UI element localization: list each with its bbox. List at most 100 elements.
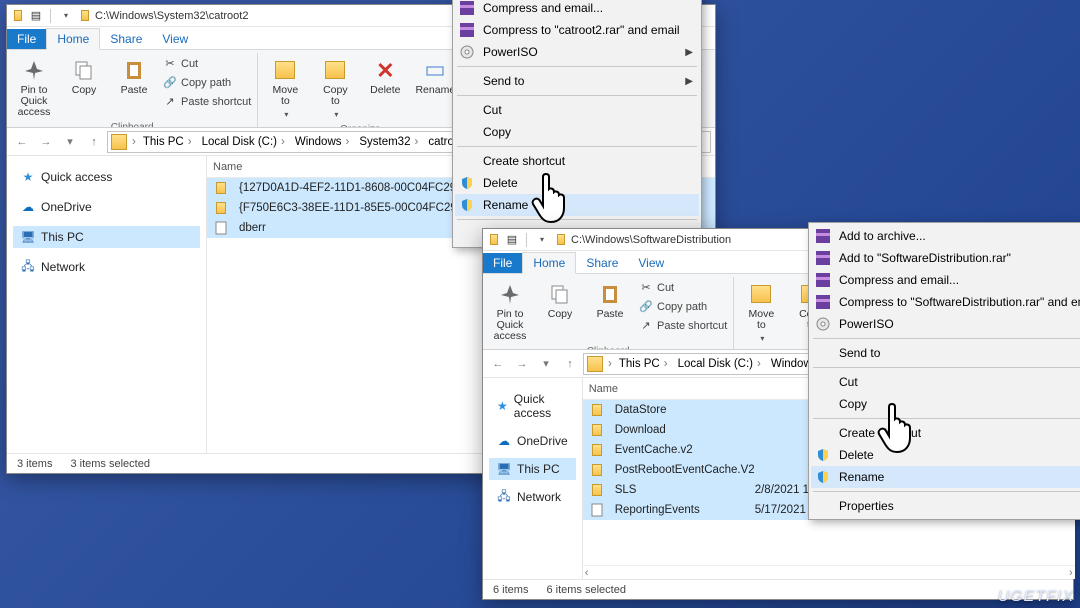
menu-item[interactable]: Add to archive... [811, 225, 1080, 247]
star-icon: ★ [497, 399, 508, 413]
crumb[interactable]: Windows [290, 132, 355, 152]
menu-item-label: Create shortcut [839, 426, 1080, 440]
menu-item-label: PowerISO [483, 45, 681, 59]
tab-share[interactable]: Share [576, 253, 628, 273]
menu-item[interactable]: Compress to "SoftwareDistribution.rar" a… [811, 291, 1080, 313]
blank-icon [815, 345, 831, 361]
sidebar-item-quick-access[interactable]: ★Quick access [13, 166, 200, 188]
tab-home[interactable]: Home [522, 252, 576, 274]
pin-icon [21, 57, 47, 83]
menu-item-label: PowerISO [839, 317, 1080, 331]
shield-icon [815, 469, 831, 485]
sidebar-item-this-pc[interactable]: 🖥This PC [13, 226, 200, 248]
menu-item-label: Delete [483, 176, 681, 190]
menu-item[interactable]: Cut [811, 371, 1080, 393]
nav-up[interactable]: ↑ [559, 353, 581, 375]
menu-item[interactable]: Properties [811, 495, 1080, 517]
file-name: EventCache.v2 [609, 444, 755, 456]
menu-item[interactable]: Rename [455, 194, 699, 216]
cut-button[interactable]: ✂Cut [163, 55, 251, 72]
menu-item-label: Rename [483, 198, 681, 212]
menu-item[interactable]: Create shortcut [811, 422, 1080, 444]
menu-item[interactable]: Delete [811, 444, 1080, 466]
qat-dropdown[interactable] [58, 9, 72, 23]
sidebar-item-quick-access[interactable]: ★Quick access [489, 388, 576, 424]
folder-icon [487, 233, 501, 247]
nav-recent[interactable]: ▾ [535, 353, 557, 375]
cut-button[interactable]: ✂Cut [639, 279, 727, 296]
move-to-button[interactable]: Move to [264, 55, 306, 122]
tab-home[interactable]: Home [46, 28, 100, 50]
crumb[interactable]: This PC [614, 354, 673, 374]
menu-item-label: Rename [839, 470, 1080, 484]
paste-button[interactable]: Paste [113, 55, 155, 98]
context-menu[interactable]: Add to archive... Add to "SoftwareDistrib… [808, 222, 1080, 520]
scrollbar-horizontal[interactable]: ‹ › [583, 565, 1075, 579]
menu-item[interactable]: Compress and email... [811, 269, 1080, 291]
tab-file[interactable]: File [483, 253, 522, 273]
crumb[interactable]: This PC [138, 132, 197, 152]
menu-item[interactable]: PowerISO▶ [811, 313, 1080, 335]
pin-quick-access-button[interactable]: Pin to Quick access [489, 279, 531, 344]
menu-item[interactable]: PowerISO▶ [455, 41, 699, 63]
tab-share[interactable]: Share [100, 29, 152, 49]
menu-item[interactable]: Copy [811, 393, 1080, 415]
folder-icon [589, 402, 605, 418]
menu-item[interactable]: Compress to "catroot2.rar" and email [455, 19, 699, 41]
crumb[interactable]: Local Disk (C:) [197, 132, 290, 152]
qat-dropdown[interactable] [534, 233, 548, 247]
paste-shortcut-button[interactable]: ↗Paste shortcut [639, 317, 727, 334]
props-icon[interactable]: ▤ [29, 9, 43, 23]
crumb[interactable]: System32 [354, 132, 423, 152]
menu-item[interactable]: Cut [455, 99, 699, 121]
copy-button[interactable]: Copy [539, 279, 581, 322]
tab-file[interactable]: File [7, 29, 46, 49]
menu-item-label: Add to "SoftwareDistribution.rar" [839, 251, 1080, 265]
paste-shortcut-button[interactable]: ↗Paste shortcut [163, 93, 251, 110]
nav-up[interactable]: ↑ [83, 131, 105, 153]
menu-item[interactable]: Compress and email... [455, 0, 699, 19]
delete-button[interactable]: ✕Delete [364, 55, 406, 98]
copy-path-button[interactable]: 🔗Copy path [639, 298, 727, 315]
paste-icon [597, 281, 623, 307]
nav-fwd[interactable]: → [511, 353, 533, 375]
copy-button[interactable]: Copy [63, 55, 105, 98]
nav-fwd[interactable]: → [35, 131, 57, 153]
menu-item[interactable]: Delete [455, 172, 699, 194]
nav-back[interactable]: ← [487, 353, 509, 375]
rename-button[interactable]: Rename [414, 55, 456, 98]
nav-recent[interactable]: ▾ [59, 131, 81, 153]
crumb[interactable]: Local Disk (C:) [673, 354, 766, 374]
pin-quick-access-button[interactable]: Pin to Quick access [13, 55, 55, 120]
rename-icon [422, 57, 448, 83]
rar-icon [815, 272, 831, 288]
tab-view[interactable]: View [628, 253, 674, 273]
tab-view[interactable]: View [152, 29, 198, 49]
menu-item-label: Cut [839, 375, 1080, 389]
menu-item[interactable]: Rename [811, 466, 1080, 488]
props-icon[interactable]: ▤ [505, 233, 519, 247]
context-menu[interactable]: Compress and email...Compress to "catroo… [452, 0, 702, 248]
copy-to-button[interactable]: Copy to [314, 55, 356, 122]
rar-icon [815, 250, 831, 266]
sidebar-item-this-pc[interactable]: 🖥This PC [489, 458, 576, 480]
menu-item[interactable]: Send to▶ [811, 342, 1080, 364]
shortcut-icon: ↗ [639, 319, 653, 333]
blank-icon [815, 374, 831, 390]
move-to-button[interactable]: Move to [740, 279, 782, 346]
shield-icon [459, 175, 475, 191]
sidebar-item-onedrive[interactable]: ☁OneDrive [489, 430, 576, 452]
menu-item-label: Cut [483, 103, 681, 117]
menu-item[interactable]: Send to▶ [455, 70, 699, 92]
copy-path-button[interactable]: 🔗Copy path [163, 74, 251, 91]
star-icon: ★ [21, 170, 35, 184]
sidebar-item-network[interactable]: 🖧Network [489, 486, 576, 508]
status-count: 6 items [493, 584, 528, 596]
sidebar-item-network[interactable]: 🖧Network [13, 256, 200, 278]
sidebar-item-onedrive[interactable]: ☁OneDrive [13, 196, 200, 218]
menu-item[interactable]: Add to "SoftwareDistribution.rar" [811, 247, 1080, 269]
paste-button[interactable]: Paste [589, 279, 631, 322]
menu-item[interactable]: Copy [455, 121, 699, 143]
nav-back[interactable]: ← [11, 131, 33, 153]
menu-item[interactable]: Create shortcut [455, 150, 699, 172]
